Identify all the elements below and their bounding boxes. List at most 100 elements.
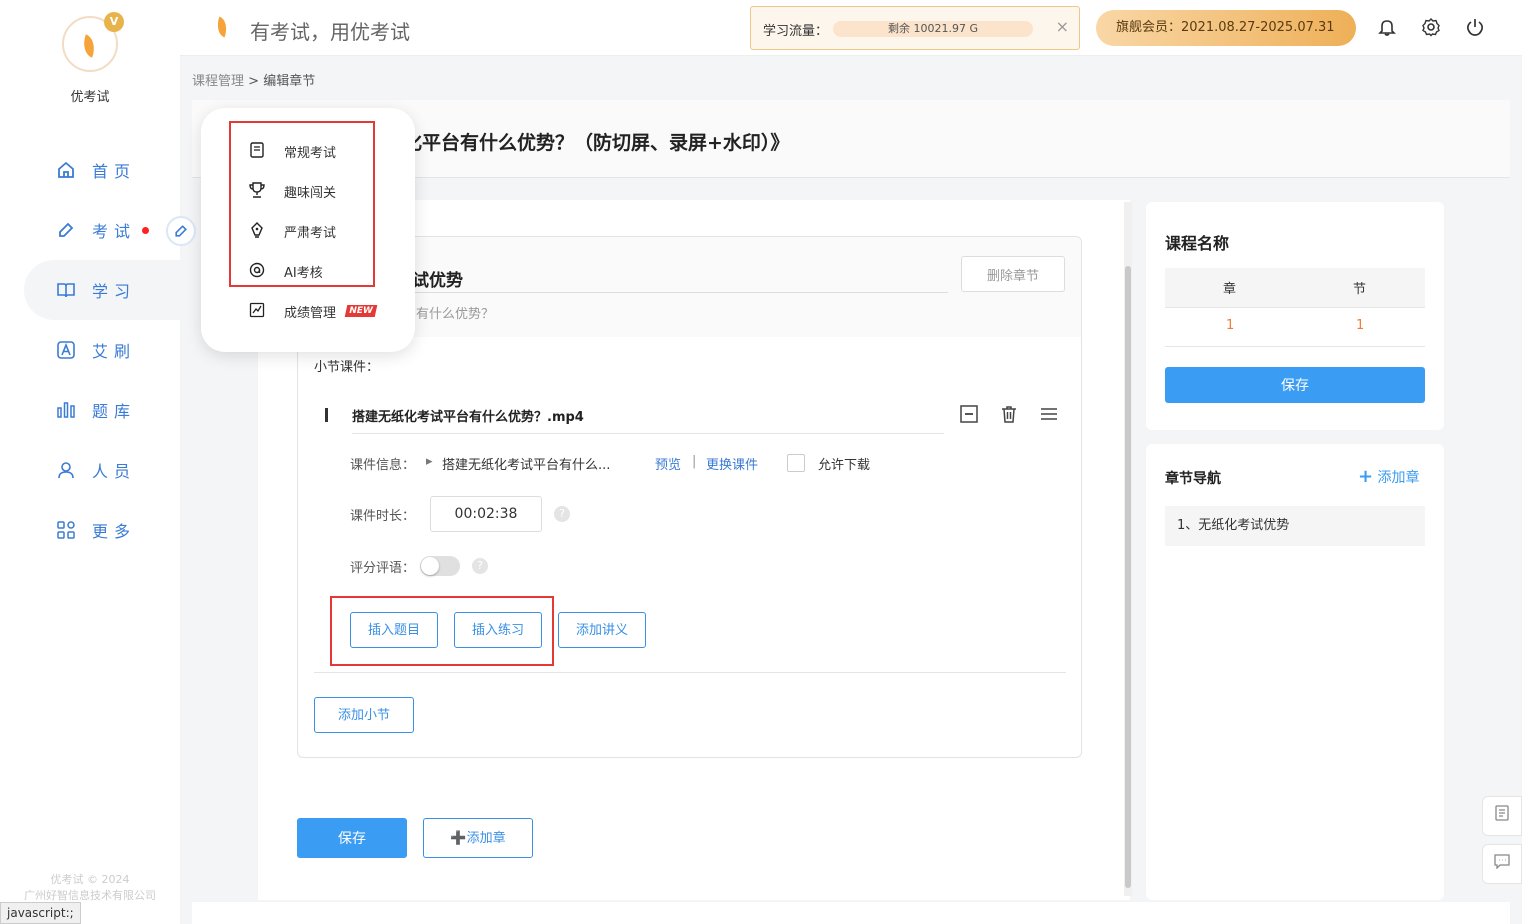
chapter-name[interactable]: 试优势 — [412, 266, 463, 291]
exam-icon — [59, 222, 74, 237]
bar-chart-icon — [57, 402, 75, 418]
book-icon — [57, 283, 75, 298]
add-chapter-label: 添加章 — [1377, 470, 1420, 486]
courseware-info-value: 搭建无纸化考试平台有什么... — [442, 458, 611, 473]
scrollbar-thumb[interactable] — [1125, 266, 1131, 888]
close-icon[interactable]: × — [1056, 17, 1069, 36]
add-chapter-link[interactable]: + 添加章 — [1358, 466, 1420, 487]
gear-icon[interactable] — [1420, 17, 1442, 39]
help-icon[interactable]: ? — [472, 558, 488, 574]
grid-icon — [57, 521, 75, 539]
allow-download-checkbox[interactable] — [787, 454, 805, 472]
menu-item-label: 成绩管理 — [284, 305, 337, 321]
traffic-remaining: 剩余 10021.97 G — [833, 21, 1033, 37]
add-section-button[interactable]: 添加小节 — [314, 697, 414, 733]
sidebar-item-people[interactable]: 人员 — [24, 440, 180, 500]
trash-icon[interactable] — [998, 404, 1020, 426]
traffic-label: 学习流量： — [763, 24, 829, 39]
help-icon[interactable]: ? — [554, 506, 570, 522]
bottom-strip — [192, 902, 1510, 924]
new-badge: NEW — [344, 305, 377, 317]
notification-dot — [142, 226, 150, 234]
leaf-logo-icon — [213, 16, 231, 38]
copyright: 优考试 © 2024 广州好智信息技术有限公司 — [0, 872, 180, 904]
chapter-nav-title: 章节导航 — [1165, 471, 1221, 487]
courseware-info-label: 课件信息： — [350, 458, 416, 473]
membership-badge[interactable]: 旗舰会员：2021.08.27-2025.07.31 — [1096, 10, 1356, 46]
brand-name: 优考试 — [70, 90, 110, 105]
drag-marker — [325, 408, 328, 422]
sidebar-item-question-bank[interactable]: 题库 — [24, 380, 180, 440]
copyright-line: 优考试 © 2024 — [50, 873, 130, 886]
summary-table-header — [1165, 268, 1425, 308]
breadcrumb: 课程管理 > 编辑章节 — [192, 70, 315, 89]
panel-save-button[interactable]: 保存 — [1165, 367, 1425, 403]
courseware-name[interactable]: 搭建无纸化考试平台有什么优势？.mp4 — [352, 406, 584, 425]
slogan: 有考试，用优考试 — [250, 20, 410, 44]
chapter-nav-item[interactable]: 1、无纸化考试优势 — [1165, 506, 1425, 546]
section-divider — [314, 672, 1066, 673]
duration-label: 课件时长： — [350, 509, 416, 524]
exam-shortcut-button[interactable] — [166, 216, 196, 246]
sidebar-item-aishua[interactable]: 艾刷 — [24, 320, 180, 380]
section-count: 1 — [1356, 318, 1365, 333]
sidebar-item-label: 人员 — [92, 462, 137, 481]
power-icon[interactable] — [1464, 17, 1486, 39]
home-icon — [58, 161, 74, 178]
course-name-title: 课程名称 — [1165, 234, 1230, 253]
table-row-divider — [1165, 346, 1425, 347]
sidebar-item-study[interactable]: 学习 — [24, 260, 180, 320]
delete-chapter-button[interactable]: 删除章节 — [961, 256, 1065, 292]
traffic-notice: 学习流量： 剩余 10021.97 G × — [750, 6, 1080, 50]
page-title: 纸化平台有什么优势？（防切屏、录屏+水印）》 — [384, 132, 790, 154]
sidebar-item-exam[interactable]: 考试 — [24, 200, 180, 260]
sidebar-nav: 首页 考试 学习 艾刷 题库 人员 更多 — [24, 140, 180, 560]
column-header-section: 节 — [1353, 282, 1367, 297]
highlight-box — [229, 121, 375, 287]
preview-link[interactable]: 预览 — [655, 454, 681, 473]
sidebar-item-more[interactable]: 更多 — [24, 500, 180, 560]
add-handout-button[interactable]: 添加讲义 — [558, 612, 646, 648]
link-separator: | — [692, 454, 697, 469]
sidebar-item-label: 首页 — [92, 162, 137, 181]
allow-download-label: 允许下载 — [818, 458, 871, 473]
user-icon — [58, 462, 74, 479]
status-bar-url: javascript:; — [0, 902, 81, 924]
highlight-box — [330, 596, 554, 666]
column-header-chapter: 章 — [1223, 282, 1237, 297]
bell-icon[interactable] — [1376, 17, 1398, 39]
sidebar-item-label: 考试 — [92, 222, 137, 241]
chat-icon[interactable] — [1482, 844, 1522, 884]
add-chapter-button[interactable]: ➕添加章 — [423, 818, 533, 858]
exam-icon — [175, 225, 187, 237]
chapter-description[interactable]: 有什么优势？ — [416, 303, 494, 322]
drag-menu-icon[interactable] — [1038, 404, 1060, 426]
notes-icon[interactable] — [1482, 796, 1522, 836]
sidebar-item-label: 学习 — [92, 282, 137, 301]
sidebar-item-label: 更多 — [92, 522, 137, 541]
chapter-count: 1 — [1226, 318, 1235, 333]
breadcrumb-separator: > — [248, 74, 260, 89]
caret-right-icon[interactable]: ▸ — [426, 454, 433, 469]
sidebar: V 优考试 首页 考试 学习 艾刷 题库 人员 更多 优考试 © 2024 广州… — [0, 0, 180, 924]
comment-toggle[interactable] — [420, 556, 460, 576]
collapse-icon[interactable] — [958, 404, 980, 426]
brand-logo[interactable]: V — [62, 12, 124, 72]
replace-courseware-link[interactable]: 更换课件 — [706, 454, 758, 473]
chapter-name-underline — [412, 292, 948, 293]
top-header: 有考试，用优考试 学习流量： 剩余 10021.97 G × 旗舰会员：2021… — [180, 0, 1522, 56]
comment-label: 评分评语： — [350, 561, 416, 576]
leaf-logo-icon — [79, 34, 99, 58]
breadcrumb-course-management[interactable]: 课程管理 — [192, 74, 244, 89]
sidebar-item-label: 艾刷 — [92, 342, 137, 361]
sidebar-item-label: 题库 — [92, 402, 137, 421]
courseware-underline — [352, 433, 944, 434]
plus-icon: + — [1358, 466, 1374, 487]
chart-icon — [248, 302, 266, 320]
save-button[interactable]: 保存 — [297, 818, 407, 858]
menu-item-score-management[interactable]: 成绩管理 NEW — [248, 300, 377, 322]
duration-input[interactable]: 00:02:38 — [430, 496, 542, 532]
sidebar-item-home[interactable]: 首页 — [24, 140, 180, 200]
section-courseware-label: 小节课件： — [314, 360, 380, 375]
vip-crown-icon: V — [104, 12, 124, 32]
